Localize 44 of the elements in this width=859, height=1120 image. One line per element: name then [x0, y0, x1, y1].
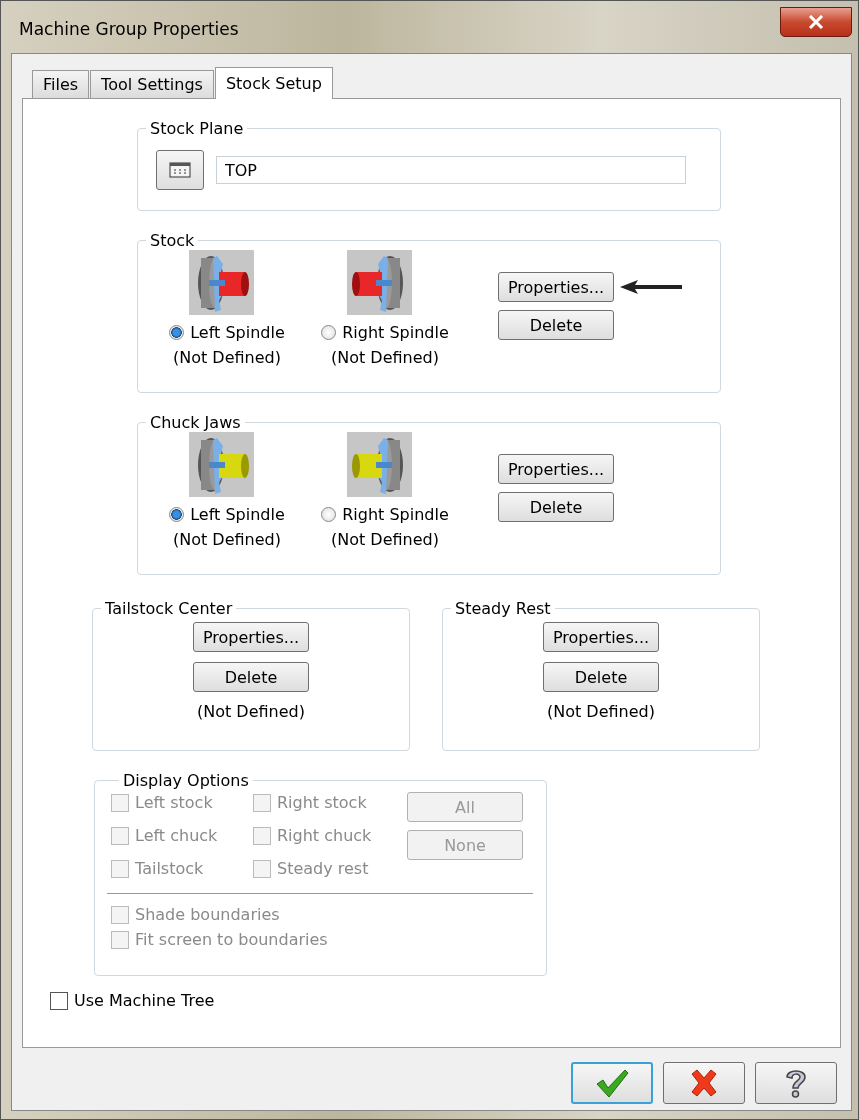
group-button[interactable]: Delete [543, 662, 659, 692]
stock-plane-field[interactable]: TOP [216, 156, 686, 184]
close-icon [808, 15, 824, 29]
group-button[interactable]: Properties... [498, 454, 614, 484]
tab[interactable]: Stock Setup [214, 67, 333, 99]
spindle-drawing [346, 250, 412, 315]
radio-button[interactable]: Right Spindle [321, 505, 449, 524]
tab[interactable]: Files [32, 70, 90, 98]
close-button[interactable] [780, 7, 852, 37]
checkmark-icon [595, 1068, 629, 1098]
group-button[interactable]: Delete [498, 310, 614, 340]
window-title: Machine Group Properties [19, 19, 239, 39]
spindle-drawing [346, 432, 412, 497]
group-button[interactable]: Properties... [193, 622, 309, 652]
radio-button[interactable]: Left Spindle [169, 323, 285, 342]
help-icon [783, 1067, 809, 1099]
group-title: Tailstock Center [104, 599, 234, 618]
group-title: Stock [149, 231, 196, 250]
tab[interactable]: Tool Settings [90, 70, 214, 98]
cancel-button[interactable] [663, 1062, 745, 1104]
ok-button[interactable] [571, 1062, 653, 1104]
group-button[interactable]: Properties... [543, 622, 659, 652]
group-button[interactable]: Delete [498, 492, 614, 522]
spindle-drawing [188, 432, 254, 497]
help-button[interactable] [755, 1062, 837, 1104]
group-title: Display Options [122, 771, 250, 790]
checkbox[interactable]: Use Machine Tree [50, 988, 840, 1013]
status-text: (Not Defined) [173, 530, 281, 549]
status-text: (Not Defined) [547, 702, 655, 721]
group-title: Chuck Jaws [149, 413, 242, 432]
status-text: (Not Defined) [331, 530, 439, 549]
grid-icon [169, 162, 191, 178]
status-text: (Not Defined) [173, 348, 281, 367]
radio-button[interactable]: Right Spindle [321, 323, 449, 342]
radio-button[interactable]: Left Spindle [169, 505, 285, 524]
spindle-drawing [188, 250, 254, 315]
status-text: (Not Defined) [197, 702, 305, 721]
group-button[interactable]: Delete [193, 662, 309, 692]
close-icon [689, 1069, 719, 1097]
group-title: Steady Rest [454, 599, 552, 618]
status-text: (Not Defined) [331, 348, 439, 367]
group-button[interactable]: Properties... [498, 272, 614, 302]
plane-select-button[interactable] [156, 150, 204, 190]
group-title: Stock Plane [149, 119, 245, 138]
